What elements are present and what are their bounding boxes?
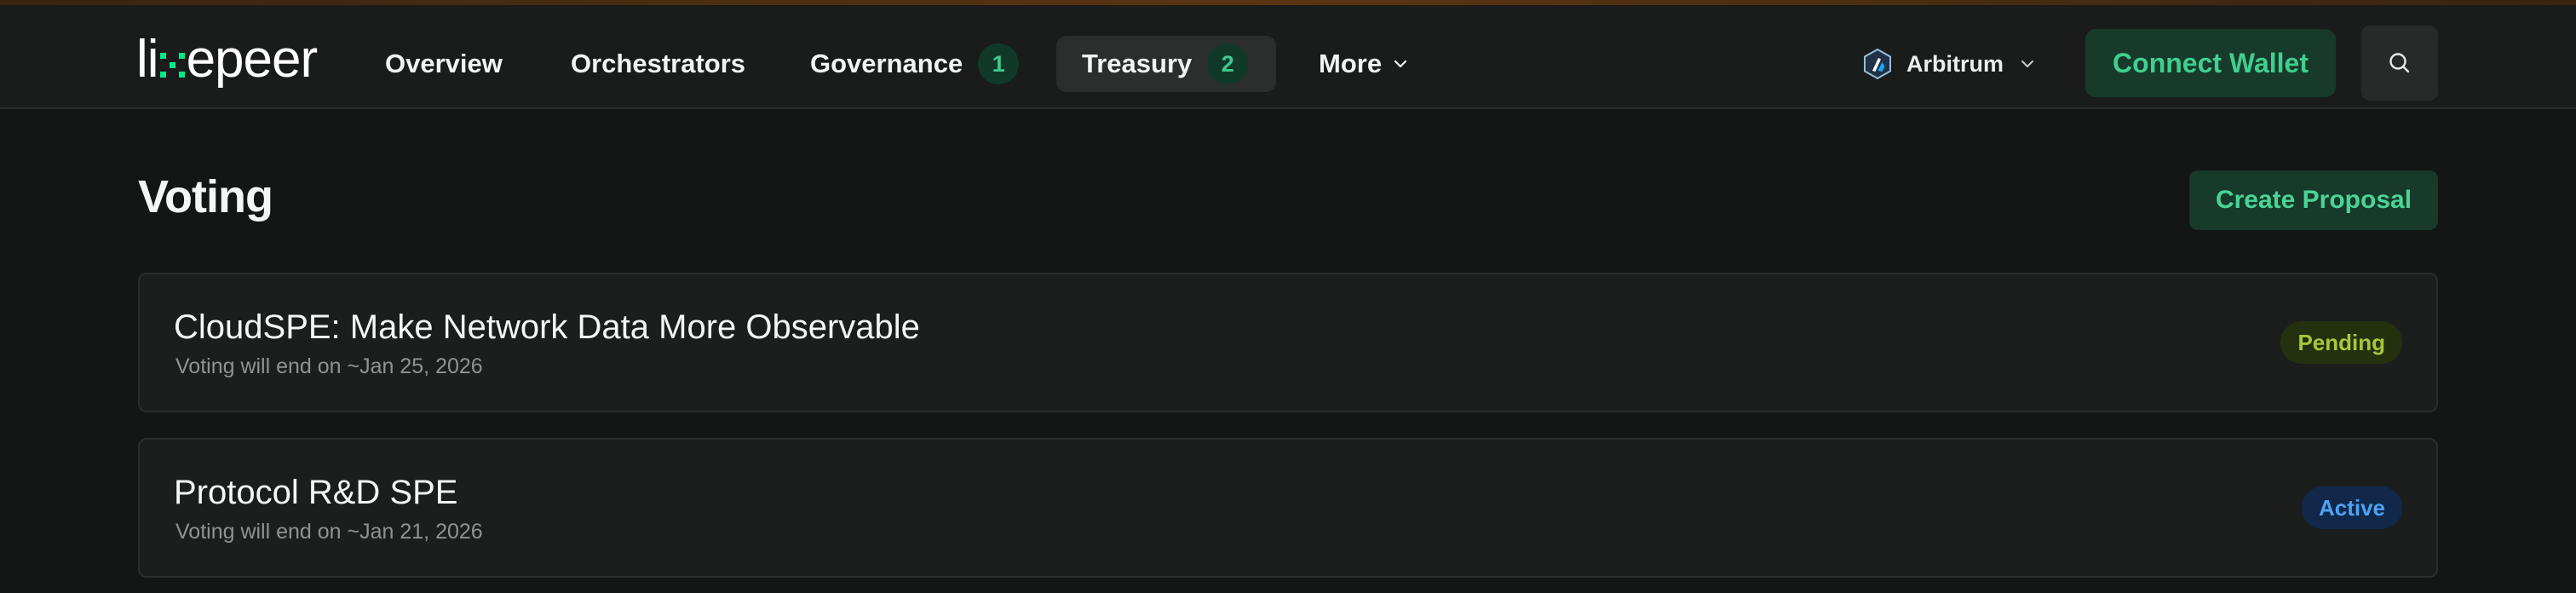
logo-text-left: li <box>136 30 159 89</box>
proposal-card[interactable]: Protocol R&D SPE Voting will end on ~Jan… <box>138 438 2438 578</box>
chevron-down-icon <box>1394 60 1407 68</box>
search-icon <box>2389 53 2410 73</box>
arbitrum-icon <box>1864 48 1891 80</box>
connect-wallet-button[interactable]: Connect Wallet <box>2085 29 2336 97</box>
proposal-title: CloudSPE: Make Network Data More Observa… <box>174 308 920 346</box>
nav-more-label: More <box>1319 49 1383 78</box>
proposal-title: Protocol R&D SPE <box>174 474 458 511</box>
proposal-end-date: Voting will end on ~Jan 21, 2026 <box>175 520 483 544</box>
top-navbar: li epeer Overview Orchestrators Governan… <box>0 5 2576 109</box>
create-proposal-button[interactable]: Create Proposal <box>2189 170 2438 230</box>
chevron-down-icon <box>2021 60 2033 67</box>
governance-count-badge: 1 <box>978 43 1020 84</box>
nav-orchestrators[interactable]: Orchestrators <box>571 36 745 92</box>
nav-orchestrators-label: Orchestrators <box>571 49 746 78</box>
logo-text-right: epeer <box>186 30 319 89</box>
status-badge: Pending <box>2280 321 2402 364</box>
treasury-count-badge: 2 <box>1207 43 1249 84</box>
nav-treasury[interactable]: Treasury 2 <box>1056 36 1276 92</box>
logo-dots-icon <box>159 52 185 78</box>
network-selector[interactable]: Arbitrum <box>1862 43 2036 85</box>
network-label: Arbitrum <box>1906 50 2004 77</box>
nav-more-menu[interactable]: More <box>1319 36 1409 92</box>
proposal-end-date: Voting will end on ~Jan 25, 2026 <box>175 354 483 378</box>
livepeer-logo[interactable]: li epeer <box>136 30 319 89</box>
page-title: Voting <box>138 171 273 222</box>
nav-overview-label: Overview <box>385 49 503 78</box>
search-button[interactable] <box>2361 26 2438 101</box>
nav-overview[interactable]: Overview <box>385 36 503 92</box>
status-badge: Active <box>2301 486 2402 529</box>
nav-governance[interactable]: Governance 1 <box>810 36 1020 92</box>
proposal-card[interactable]: CloudSPE: Make Network Data More Observa… <box>138 273 2438 412</box>
nav-treasury-label: Treasury <box>1082 49 1193 78</box>
nav-governance-label: Governance <box>810 49 963 78</box>
